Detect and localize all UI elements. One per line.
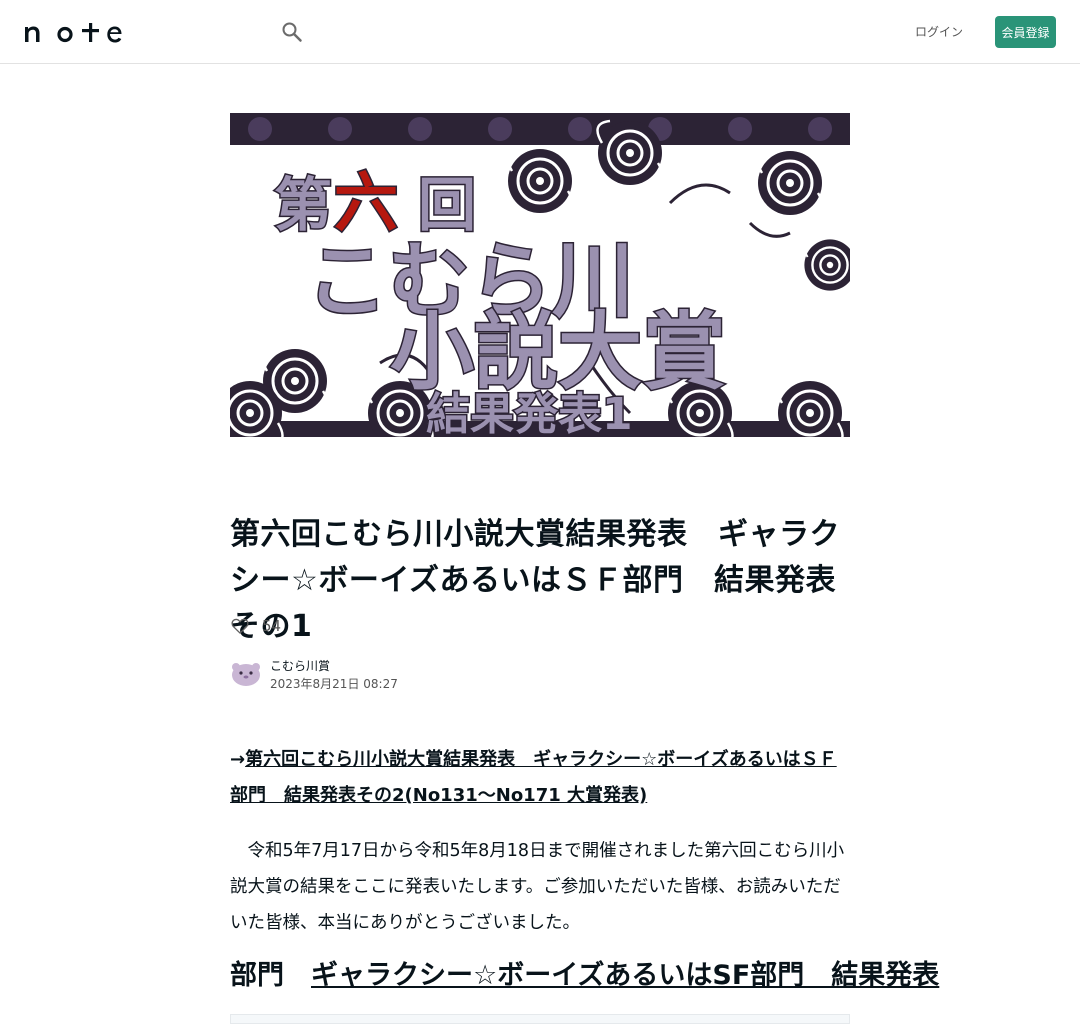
site-header: ログイン 会員登録 [0,0,1080,64]
hero-text-roku: 六 [334,167,398,241]
avatar[interactable] [230,656,262,688]
hero-text-kai: 回 [418,171,476,239]
section-heading: 部門 ギャラクシー☆ボーイズあるいはSF部門 結果発表 [230,955,939,997]
article-title: 第六回こむら川小説大賞結果発表 ギャラクシー☆ボーイズあるいはＳＦ部門 結果発表… [230,517,840,644]
post-date: 2023年8月21日 08:27 [270,677,398,691]
related-link-paragraph: →第六回こむら川小説大賞結果発表 ギャラクシー☆ボーイズあるいはＳＦ部門 結果発… [230,742,850,814]
heart-icon[interactable] [230,616,250,636]
intro-paragraph: 令和5年7月17日から令和5年8月18日まで開催されました第六回こむら川小説大賞… [230,841,845,933]
arrow-text: → [230,749,246,770]
login-link[interactable]: ログイン [915,24,963,40]
signup-button[interactable]: 会員登録 [995,16,1056,48]
like-area: 54 [230,614,281,638]
hero-text-kekka-happyo: 結果発表1 [426,389,633,437]
section-link[interactable]: ギャラクシー☆ボーイズあるいはSF部門 結果発表 [311,960,939,991]
note-logo[interactable] [24,20,124,44]
like-count[interactable]: 54 [262,617,281,635]
hero-text-dai: 第 [274,171,332,239]
section-prefix: 部門 [230,960,311,991]
embed-card[interactable] [230,1014,850,1024]
hero-text-shosetsu-taisho: 小説大賞 [390,303,726,401]
author-name[interactable]: こむら川賞 [270,657,330,674]
hero-image: 第 六 回 こむら川 小説大賞 結果発表1 [230,113,850,437]
result-part2-link[interactable]: 第六回こむら川小説大賞結果発表 ギャラクシー☆ボーイズあるいはＳＦ部門 結果発表… [230,749,837,806]
search-icon[interactable] [280,20,304,44]
